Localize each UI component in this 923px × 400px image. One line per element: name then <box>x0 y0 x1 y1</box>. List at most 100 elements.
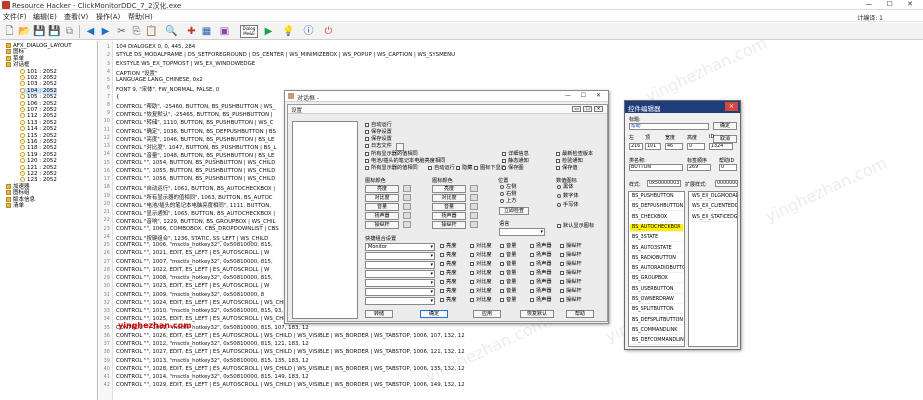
window-controls[interactable]: — ☐ ✕ <box>865 0 919 8</box>
style-list-item[interactable]: BS_USERBUTTON <box>630 286 683 294</box>
tree-folder[interactable]: 图标 <box>6 49 24 55</box>
maximize-button[interactable]: ☐ <box>887 0 899 8</box>
style-list-item[interactable]: BS_DEFSPLITBUTTON <box>630 317 683 325</box>
tree-folder[interactable]: 加速器 <box>6 183 30 190</box>
forward-arrow-icon[interactable]: ▶ <box>99 25 112 38</box>
hotkey-target-checkbox[interactable]: 扬声器 <box>530 288 552 294</box>
play-icon[interactable]: ▶ <box>262 25 275 38</box>
geometry-input[interactable]: 0 <box>687 143 705 150</box>
back-arrow-icon[interactable]: ◀ <box>84 25 97 38</box>
style-list-item[interactable]: BS_COMMANDLINK <box>630 327 683 335</box>
tree-leaf[interactable]: 101 : 2052 <box>20 68 57 75</box>
hotkey-target-checkbox[interactable]: 亮度 <box>440 243 456 249</box>
dialog-preview-controls[interactable]: — ☐ ✕ <box>565 92 605 99</box>
export-icon[interactable]: ⧉ <box>63 25 76 38</box>
resource-tree[interactable]: AFX_DIALOG_LAYOUT 图标 菜单 对话框 101 : 2052 102 : … <box>0 41 98 400</box>
hotkey-target-checkbox[interactable]: 对比度 <box>470 279 492 285</box>
dialog-merge-button[interactable]: Dialog Me&E <box>240 25 258 38</box>
color-row-button[interactable]: 操纵杆 <box>365 221 399 229</box>
color-swatch[interactable] <box>403 221 411 228</box>
hotkey-target-checkbox[interactable]: 亮度 <box>440 252 456 258</box>
cut-icon[interactable]: ✂ <box>115 25 128 38</box>
hotkey-target-checkbox[interactable]: 音量 <box>500 279 516 285</box>
hotkey-target-checkbox[interactable]: 对比度 <box>470 288 492 294</box>
minimize-button[interactable]: — <box>865 0 878 8</box>
open-folder-icon[interactable]: 📂 <box>18 25 31 38</box>
tree-leaf[interactable]: 116 : 2052 <box>20 139 57 145</box>
hotkey-combo[interactable] <box>365 261 435 269</box>
ok-button[interactable]: 确定 <box>713 122 737 130</box>
position-right-radio[interactable]: 右侧 <box>500 191 516 197</box>
style-list-item[interactable]: BS_3STATE <box>630 234 683 243</box>
paste-icon[interactable]: 📋 <box>145 25 158 38</box>
style-list-item[interactable]: BS_DEFPUSHBUTTON <box>630 203 683 212</box>
color-swatch[interactable] <box>470 221 478 228</box>
hotkey-target-checkbox[interactable]: 音量 <box>500 252 516 258</box>
color-swatch[interactable] <box>403 203 411 210</box>
font-handwriting-radio[interactable]: 手写体 <box>557 202 579 208</box>
hotkey-target-checkbox[interactable]: 扬声器 <box>530 297 552 303</box>
hotkey-combo[interactable] <box>365 288 435 296</box>
tree-leaf[interactable]: 106 : 2052 <box>20 100 57 107</box>
geometry-input[interactable]: 216 <box>629 143 643 150</box>
style-list-item[interactable]: WS_EX_STATICEDGE <box>690 214 737 222</box>
close-button[interactable]: ✕ <box>594 106 603 112</box>
hotkey-target-checkbox[interactable]: 音量 <box>500 297 516 303</box>
close-icon[interactable]: ✕ <box>725 102 738 111</box>
color-swatch[interactable] <box>470 203 478 210</box>
tree-leaf[interactable]: 120 : 2052 <box>20 158 57 164</box>
tree-leaf[interactable]: 123 : 2052 <box>20 177 57 183</box>
tree-folder[interactable]: 版本信息 <box>6 196 35 203</box>
autorun-checkbox[interactable]: 自动运行 <box>365 122 392 128</box>
color-swatch[interactable] <box>470 185 478 192</box>
hotkey-target-checkbox[interactable]: 亮度 <box>440 261 456 267</box>
language-select[interactable] <box>499 228 545 236</box>
close-button[interactable]: ✕ <box>907 0 919 8</box>
log-file-checkbox[interactable]: 日志文件 <box>365 143 392 149</box>
tree-leaf[interactable]: 118 : 2052 <box>20 145 57 151</box>
caption-input[interactable]: 帮助 <box>629 123 709 130</box>
save-as-icon[interactable]: 💾 <box>48 25 61 38</box>
style-list-item[interactable]: BS_AUTOCHECKBOX <box>630 223 683 232</box>
hotkey-target-checkbox[interactable]: 对比度 <box>470 297 492 303</box>
tree-leaf[interactable]: 103 : 2052 <box>20 81 57 87</box>
hotkey-target-checkbox[interactable]: 对比度 <box>470 243 492 249</box>
menu-edit[interactable]: 编辑(E) <box>33 12 57 22</box>
tree-leaf[interactable]: 119 : 2052 <box>20 151 57 158</box>
menu-view[interactable]: 查看(V) <box>64 12 88 22</box>
hotkey-combo[interactable] <box>365 279 435 287</box>
save-settings-checkbox[interactable]: 保存设置 <box>365 129 392 135</box>
tree-leaf[interactable]: 114 : 2052 <box>20 126 57 132</box>
tree-folder[interactable]: 对话框 <box>6 62 30 68</box>
position-top-radio[interactable]: 上方 <box>500 198 516 204</box>
hotkey-target-checkbox[interactable]: 操纵杆 <box>560 288 582 294</box>
same-value-all-monitors-checkbox[interactable]: 所有显示器的值相同 <box>365 151 418 157</box>
tree-folder[interactable]: 菜单 <box>6 55 24 62</box>
copy-icon[interactable]: ⎘ <box>130 25 143 38</box>
restore-defaults-button[interactable]: 恢复默认 <box>520 310 554 318</box>
verify-notify-checkbox[interactable]: 检验通知 <box>556 158 583 164</box>
hotkey-target-checkbox[interactable]: 对比度 <box>470 261 492 267</box>
hotkey-target-checkbox[interactable]: 扬声器 <box>530 261 552 267</box>
save-value-checkbox[interactable]: 保存值 <box>556 165 578 171</box>
static-notify-checkbox[interactable]: 静态通知 <box>502 158 529 164</box>
laptop-brightness-checkbox[interactable]: 电池/插头的笔记本电脑亮度相同 <box>365 158 445 164</box>
color-row-button[interactable]: 扬声器 <box>365 212 399 220</box>
hide-checkbox[interactable]: 隐藏 <box>456 165 472 171</box>
details-checkbox[interactable]: 详细信息 <box>502 151 529 157</box>
hotkey-target-checkbox[interactable]: 音量 <box>500 243 516 249</box>
hotkey-target-checkbox[interactable]: 扬声器 <box>530 279 552 285</box>
lightbulb-icon[interactable]: 💡 <box>282 25 295 38</box>
color-swatch[interactable] <box>403 185 411 192</box>
position-left-radio[interactable]: 左侧 <box>500 184 516 190</box>
style-list-item[interactable]: BS_DEFCOMMANDLINK <box>630 337 684 346</box>
hotkey-target-checkbox[interactable]: 对比度 <box>470 252 492 258</box>
hotkey-target-checkbox[interactable]: 亮度 <box>440 288 456 294</box>
info-icon[interactable]: ⓘ <box>302 25 315 38</box>
hotkey-combo[interactable] <box>365 297 435 305</box>
color-row-button[interactable]: 亮度 <box>365 185 399 193</box>
menu-help[interactable]: 帮助(H) <box>128 12 153 22</box>
style-list-item[interactable]: BS_OWNERDRAW <box>630 296 683 304</box>
tree-leaf[interactable]: 121 : 2052 <box>20 164 57 171</box>
ok-button[interactable]: 确定 <box>420 310 448 318</box>
